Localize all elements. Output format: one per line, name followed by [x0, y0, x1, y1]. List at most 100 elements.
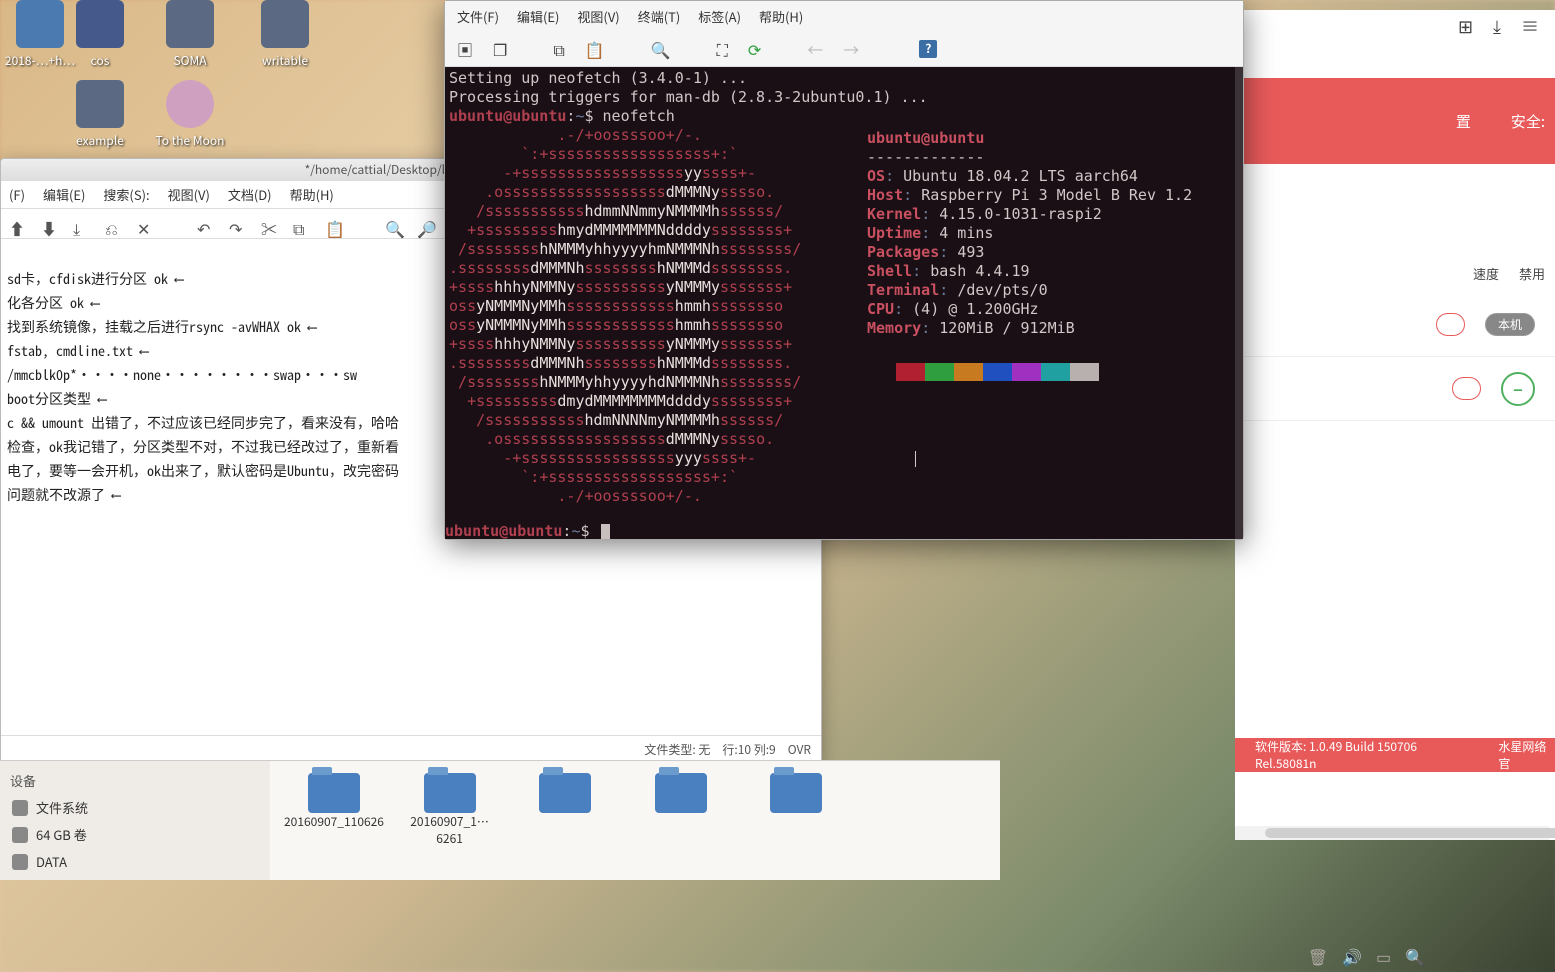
terminal-toolbar: ▣ ❐ ⧉ 📋 🔍 ⛶ ⟳ ← → ?: [445, 31, 1243, 67]
paste-icon[interactable]: 📋: [325, 216, 341, 232]
neofetch-info: ubuntu@ubuntu ------------- OS: Ubuntu 1…: [867, 129, 1192, 338]
open-icon[interactable]: ⬆: [9, 216, 25, 232]
menu-view[interactable]: 视图(V): [168, 185, 210, 204]
color-swatch: [925, 363, 954, 381]
desktop-icon[interactable]: To the Moon: [150, 80, 230, 149]
search-icon[interactable]: 🔍: [385, 216, 401, 232]
preferences-icon[interactable]: ⟳: [748, 37, 761, 61]
fullscreen-icon[interactable]: ⛶: [717, 37, 728, 61]
prompt-line: ubuntu@ubuntu:~$ neofetch: [449, 107, 1239, 126]
output-line: Setting up neofetch (3.4.0-1) ...: [449, 69, 1239, 88]
color-swatches: [867, 363, 1099, 381]
menu-file[interactable]: (F): [9, 185, 25, 204]
filemanager-sidebar: 设备 文件系统 64 GB 卷 DATA: [0, 761, 270, 880]
menu-document[interactable]: 文档(D): [228, 185, 272, 204]
browser-toolbar: ⊞ ⤓ ≡: [1235, 10, 1555, 42]
help-icon[interactable]: ?: [919, 40, 937, 58]
desktop-icon[interactable]: example: [60, 80, 140, 149]
table-row: 本机: [1235, 293, 1555, 357]
folder-item[interactable]: 20160907_1…6261: [398, 773, 502, 847]
disable-toggle[interactable]: −: [1501, 372, 1535, 406]
folder-icon: [424, 773, 476, 813]
drive-icon: [12, 800, 28, 816]
cut-icon[interactable]: ✂: [261, 216, 277, 232]
pill-local: 本机: [1485, 313, 1535, 336]
redo-icon[interactable]: ↷: [229, 216, 245, 232]
menu-view[interactable]: 视图(V): [577, 7, 619, 26]
terminal-scrollbar[interactable]: [1235, 67, 1243, 539]
apps-icon[interactable]: ⊞: [1458, 13, 1473, 39]
file-grid: 20160907_110626 20160907_1…6261: [270, 761, 1000, 880]
color-swatch: [1070, 363, 1099, 381]
undo-icon[interactable]: ↶: [197, 216, 213, 232]
sidebar-item-data[interactable]: DATA: [8, 848, 262, 875]
copy-icon[interactable]: ⧉: [293, 216, 309, 232]
table-header: 速度 禁用: [1235, 254, 1555, 293]
trash-icon[interactable]: 🗑: [1308, 944, 1328, 968]
color-swatch: [1041, 363, 1070, 381]
horizontal-scrollbar[interactable]: [1235, 826, 1549, 840]
forward-icon[interactable]: →: [843, 37, 859, 61]
volume-icon[interactable]: 🔊: [1342, 944, 1362, 968]
search-icon[interactable]: 🔍: [651, 37, 671, 61]
close-icon[interactable]: ✕: [137, 216, 153, 232]
folder-item[interactable]: 20160907_110626: [282, 773, 386, 830]
nav-item[interactable]: 置: [1456, 111, 1471, 132]
browser-window: ⊞ ⤓ ≡ 置 安全: 速度 禁用 本机 − 软件版本: 1.0.49 Buil…: [1235, 10, 1555, 840]
folder-item[interactable]: [629, 773, 733, 813]
footer-brand: 水星网络官: [1498, 738, 1555, 772]
download-icon[interactable]: ⤓: [1493, 13, 1501, 39]
replace-icon[interactable]: 🔎: [417, 216, 433, 232]
battery-icon[interactable]: ▭: [1376, 944, 1391, 968]
drive-icon: [12, 854, 28, 870]
new-window-icon[interactable]: ❐: [493, 37, 507, 61]
status-ovr: OVR: [788, 741, 811, 758]
folder-icon: [770, 773, 822, 813]
save-icon[interactable]: ⬇: [41, 216, 57, 232]
new-tab-icon[interactable]: ▣: [457, 37, 473, 61]
search-icon[interactable]: 🔍: [1405, 944, 1425, 968]
pill-blocked: [1452, 377, 1481, 400]
sidebar-item-volume[interactable]: 64 GB 卷: [8, 821, 262, 848]
browser-footer: 软件版本: 1.0.49 Build 150706 Rel.58081n 水星网…: [1235, 738, 1555, 772]
folder-icon: [308, 773, 360, 813]
col-disable: 禁用: [1519, 264, 1545, 283]
menu-file[interactable]: 文件(F): [457, 7, 499, 26]
folder-icon: [655, 773, 707, 813]
desktop-icon[interactable]: SOMA: [150, 0, 230, 69]
desktop-icon[interactable]: cos: [60, 0, 140, 69]
folder-item[interactable]: [744, 773, 848, 813]
color-swatch: [867, 363, 896, 381]
sidebar-item-filesystem[interactable]: 文件系统: [8, 794, 262, 821]
menu-edit[interactable]: 编辑(E): [43, 185, 85, 204]
menu-tabs[interactable]: 标签(A): [698, 7, 741, 26]
folder-icon: [539, 773, 591, 813]
menu-terminal[interactable]: 终端(T): [638, 7, 681, 26]
color-swatch: [954, 363, 983, 381]
folder-item[interactable]: [513, 773, 617, 813]
copy-icon[interactable]: ⧉: [553, 37, 564, 61]
paste-icon[interactable]: 📋: [585, 37, 605, 61]
drive-icon: [12, 827, 28, 843]
revert-icon[interactable]: ⎌: [105, 216, 121, 232]
menu-help[interactable]: 帮助(H): [290, 185, 334, 204]
menu-edit[interactable]: 编辑(E): [517, 7, 559, 26]
color-swatch: [1012, 363, 1041, 381]
color-swatch: [896, 363, 925, 381]
desktop-icon[interactable]: writable: [245, 0, 325, 69]
cursor: [601, 524, 610, 539]
saveas-icon[interactable]: ⤓: [73, 216, 89, 232]
terminal-window: 文件(F) 编辑(E) 视图(V) 终端(T) 标签(A) 帮助(H) ▣ ❐ …: [444, 0, 1244, 540]
nav-item[interactable]: 安全:: [1511, 111, 1545, 132]
system-tray: 🗑 🔊 ▭ 🔍: [1308, 940, 1425, 972]
back-icon[interactable]: ←: [807, 37, 823, 61]
menu-help[interactable]: 帮助(H): [759, 7, 803, 26]
status-filetype: 文件类型: 无: [644, 741, 710, 758]
menu-search[interactable]: 搜索(S):: [103, 185, 149, 204]
color-swatch: [983, 363, 1012, 381]
status-position: 行:10 列:9: [722, 741, 775, 758]
menu-icon[interactable]: ≡: [1521, 13, 1539, 39]
pill-blocked: [1436, 313, 1465, 336]
terminal-output[interactable]: Setting up neofetch (3.4.0-1) ... Proces…: [445, 67, 1243, 539]
terminal-menubar: 文件(F) 编辑(E) 视图(V) 终端(T) 标签(A) 帮助(H): [445, 1, 1243, 31]
